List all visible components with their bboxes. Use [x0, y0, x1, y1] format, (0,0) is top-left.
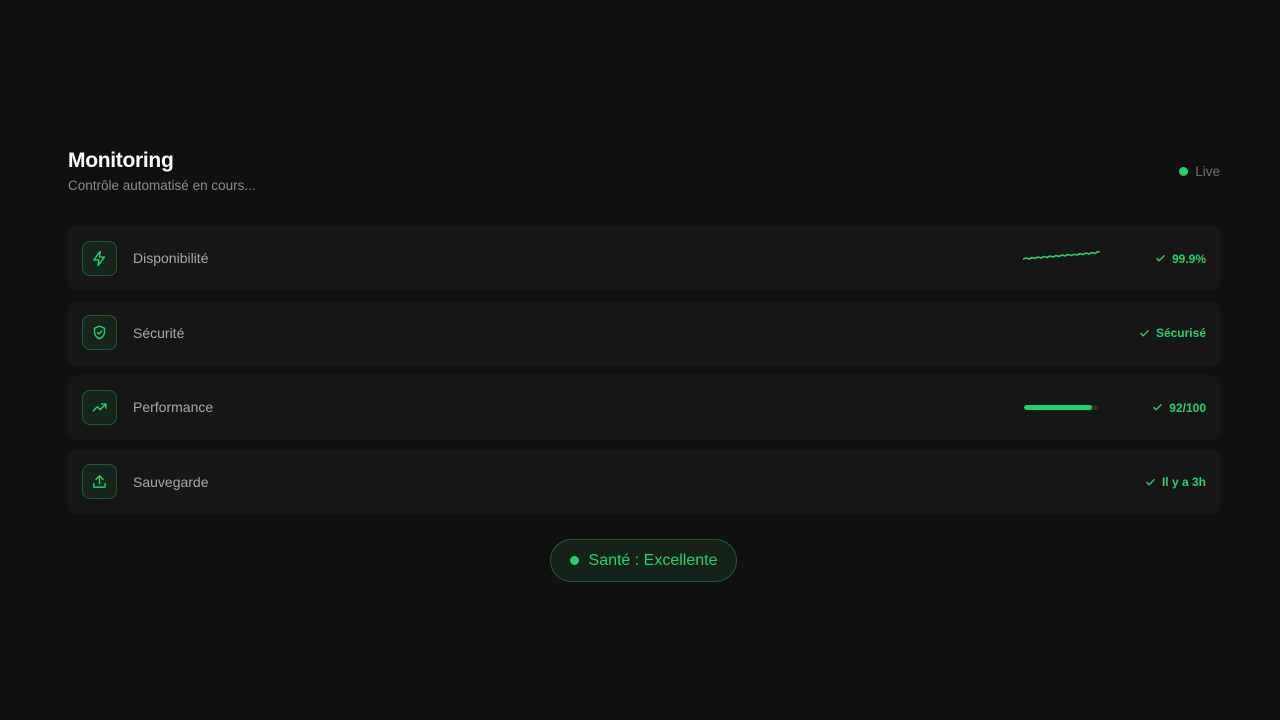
- check-icon: [1156, 255, 1165, 262]
- lightning-icon: [82, 240, 117, 276]
- check-icon: [1140, 329, 1149, 336]
- page-title: Monitoring: [68, 149, 174, 172]
- monitor-row-sauvegarde[interactable]: Sauvegarde Il y a 3h: [68, 449, 1220, 515]
- shield-check-icon: [82, 315, 117, 350]
- live-indicator: Live: [1179, 164, 1220, 179]
- monitor-row-disponibilite[interactable]: Disponibilité 99.9%: [68, 226, 1220, 291]
- check-icon: [1146, 478, 1155, 485]
- live-dot-icon: [1179, 167, 1189, 176]
- row-label: Performance: [133, 399, 214, 415]
- row-status-value: Sécurisé: [1155, 326, 1206, 340]
- monitor-row-securite[interactable]: Sécurité Sécurisé: [68, 300, 1220, 366]
- row-label: Sécurité: [133, 324, 185, 341]
- performance-progress-bar: [1024, 405, 1098, 410]
- check-icon: [1153, 404, 1163, 411]
- row-status: 92/100: [1152, 375, 1206, 440]
- monitoring-list: Disponibilité 99.9% Sécurité Sécurisé Pe…: [68, 226, 1220, 524]
- availability-sparkline: [1023, 250, 1100, 260]
- health-status-label: Santé : Excellente: [588, 551, 718, 569]
- performance-progress-fill: [1024, 405, 1093, 410]
- row-label: Disponibilité: [133, 250, 209, 266]
- trending-up-icon: [82, 389, 117, 425]
- health-status-badge[interactable]: Santé : Excellente: [550, 539, 737, 582]
- row-status: Sécurisé: [1139, 301, 1206, 366]
- row-status-value: 92/100: [1169, 400, 1206, 415]
- row-label: Sauvegarde: [133, 473, 209, 490]
- page-subtitle: Contrôle automatisé en cours...: [68, 178, 256, 193]
- row-status-value: Il y a 3h: [1161, 475, 1206, 489]
- monitoring-header: Monitoring Contrôle automatisé en cours.…: [68, 148, 1220, 195]
- monitor-row-performance[interactable]: Performance 92/100: [68, 375, 1220, 440]
- row-status: Il y a 3h: [1145, 450, 1206, 515]
- health-dot-icon: [569, 556, 579, 565]
- monitoring-page: Monitoring Contrôle automatisé en cours.…: [0, 0, 1280, 720]
- upload-icon: [82, 464, 117, 499]
- row-status: 99.9%: [1155, 226, 1206, 291]
- live-label: Live: [1195, 164, 1220, 179]
- row-status-value: 99.9%: [1171, 251, 1206, 266]
